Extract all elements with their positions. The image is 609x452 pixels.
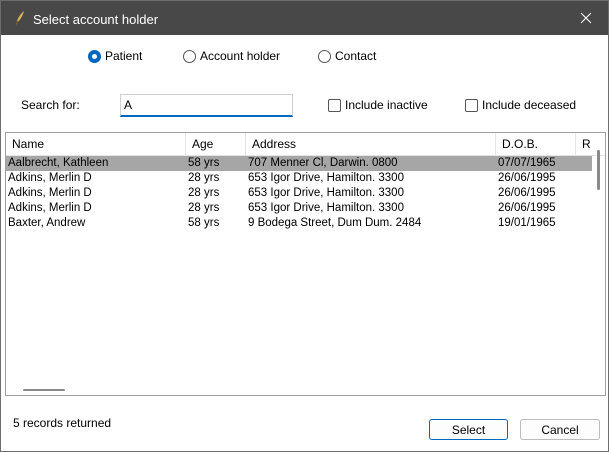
horizontal-scrollbar[interactable]	[23, 389, 65, 391]
search-input[interactable]	[120, 94, 293, 117]
column-header-r[interactable]: R	[576, 133, 605, 156]
column-header-address[interactable]: Address	[246, 133, 496, 156]
cell-address: 653 Igor Drive, Hamilton. 3300	[248, 187, 404, 199]
search-label: Search for:	[21, 98, 80, 112]
radio-account-holder[interactable]: Account holder	[183, 48, 280, 64]
cell-dob: 19/01/1965	[498, 217, 556, 229]
status-text: 5 records returned	[13, 416, 112, 430]
table-row[interactable]: Adkins, Merlin D 28 yrs 653 Igor Drive, …	[6, 186, 592, 201]
list-header: Name Age Address D.O.B. R	[6, 133, 605, 156]
cell-name: Adkins, Merlin D	[8, 202, 92, 214]
cell-dob: 26/06/1995	[498, 202, 556, 214]
radio-contact-label: Contact	[335, 49, 377, 63]
close-icon	[580, 12, 592, 24]
radio-patient[interactable]: Patient	[88, 48, 142, 64]
column-header-name[interactable]: Name	[6, 133, 186, 156]
radio-contact[interactable]: Contact	[318, 48, 376, 64]
cell-dob: 26/06/1995	[498, 187, 556, 199]
table-row[interactable]: Adkins, Merlin D 28 yrs 653 Igor Drive, …	[6, 171, 592, 186]
radio-account-holder-circle[interactable]	[183, 49, 196, 63]
cell-dob: 26/06/1995	[498, 172, 556, 184]
cell-address: 9 Bodega Street, Dum Dum. 2484	[248, 217, 422, 229]
cell-dob: 07/07/1965	[498, 157, 556, 169]
column-header-dob[interactable]: D.O.B.	[496, 133, 576, 156]
cell-age: 28 yrs	[188, 187, 220, 199]
select-button[interactable]: Select	[429, 419, 508, 440]
include-deceased-checkbox[interactable]: Include deceased	[465, 98, 576, 112]
radio-account-holder-label: Account holder	[200, 49, 281, 63]
cell-name: Adkins, Merlin D	[8, 172, 92, 184]
include-deceased-box[interactable]	[465, 98, 478, 112]
cell-age: 28 yrs	[188, 202, 220, 214]
table-row[interactable]: Adkins, Merlin D 28 yrs 653 Igor Drive, …	[6, 201, 592, 216]
cell-address: 653 Igor Drive, Hamilton. 3300	[248, 202, 404, 214]
title-bar: Select account holder	[1, 1, 608, 35]
quill-icon	[13, 10, 27, 26]
cell-address: 707 Menner Cl, Darwin. 0800	[248, 157, 398, 169]
column-header-age[interactable]: Age	[186, 133, 246, 156]
account-holder-list[interactable]: Name Age Address D.O.B. R Aalbrecht, Kat…	[5, 132, 606, 396]
include-deceased-label: Include deceased	[482, 98, 577, 112]
cancel-button[interactable]: Cancel	[520, 419, 600, 440]
cell-age: 58 yrs	[188, 157, 220, 169]
cell-name: Aalbrecht, Kathleen	[8, 157, 109, 169]
cell-name: Adkins, Merlin D	[8, 187, 92, 199]
include-inactive-label: Include inactive	[345, 98, 428, 112]
close-button[interactable]	[564, 1, 608, 35]
radio-contact-circle[interactable]	[318, 49, 331, 63]
cell-age: 58 yrs	[188, 217, 220, 229]
select-account-holder-dialog: Select account holder Patient Account ho…	[0, 0, 609, 452]
radio-patient-label: Patient	[105, 49, 143, 63]
cell-age: 28 yrs	[188, 172, 220, 184]
window-title: Select account holder	[33, 12, 159, 27]
cell-address: 653 Igor Drive, Hamilton. 3300	[248, 172, 404, 184]
vertical-scrollbar[interactable]	[597, 150, 600, 190]
table-row[interactable]: Aalbrecht, Kathleen 58 yrs 707 Menner Cl…	[6, 156, 592, 171]
include-inactive-checkbox[interactable]: Include inactive	[328, 98, 428, 112]
radio-patient-circle[interactable]	[88, 49, 101, 63]
include-inactive-box[interactable]	[328, 98, 341, 112]
cell-name: Baxter, Andrew	[8, 217, 86, 229]
table-row[interactable]: Baxter, Andrew 58 yrs 9 Bodega Street, D…	[6, 216, 592, 231]
